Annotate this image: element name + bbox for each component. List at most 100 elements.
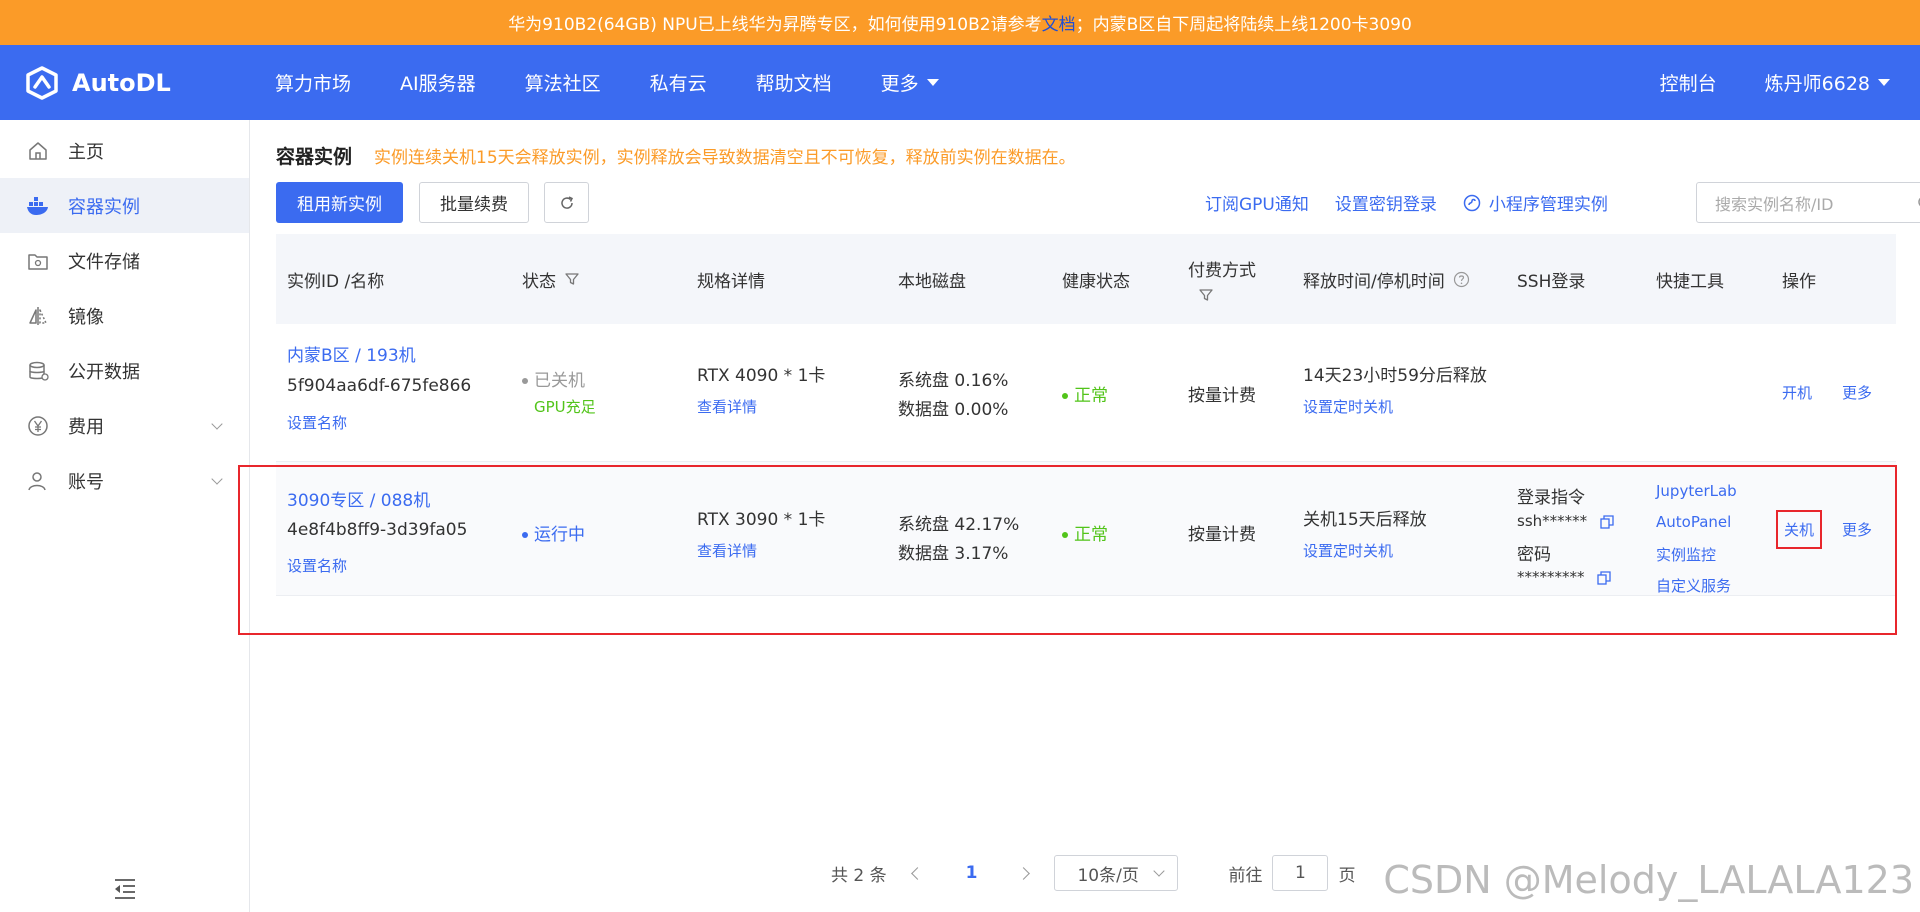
autodl-logo-icon: [26, 65, 58, 100]
table-row: 内蒙B区 / 193机 5f904aa6df-675fe866 设置名称 已关机…: [276, 324, 1896, 462]
subscribe-gpu-link[interactable]: 订阅GPU通知: [1205, 190, 1309, 215]
refresh-icon: [560, 195, 573, 209]
batch-renew-button[interactable]: 批量续费: [419, 182, 529, 223]
status-text: 已关机: [534, 371, 585, 391]
set-timed-shutdown-link[interactable]: 设置定时关机: [1303, 396, 1393, 417]
sidebar-item-container[interactable]: 容器实例: [0, 178, 249, 233]
rent-new-instance-button[interactable]: 租用新实例: [276, 182, 403, 223]
nav-ai-server[interactable]: AI服务器: [400, 69, 476, 96]
status-text: 运行中: [534, 525, 585, 545]
header-billing-label: 付费方式: [1188, 260, 1256, 281]
instance-region-link[interactable]: 内蒙B区 / 193机: [287, 341, 416, 366]
page-title: 容器实例: [276, 146, 353, 168]
chevron-left-icon[interactable]: [910, 866, 924, 880]
goto-page-input[interactable]: 1: [1272, 855, 1329, 891]
chevron-right-icon[interactable]: [1017, 866, 1031, 880]
shutdown-button[interactable]: 关机: [1776, 510, 1823, 549]
home-icon: [26, 139, 50, 163]
sidebar-item-label: 主页: [68, 141, 104, 163]
release-warning: 实例连续关机15天会释放实例，实例释放会导致数据清空且不可恢复，释放前实例在数据…: [374, 148, 1076, 168]
instance-table: 实例ID /名称 状态 规格详情 本地磁盘 健康状态 付费方式 释放时间/停机时…: [276, 234, 1896, 596]
more-button[interactable]: 更多: [1842, 519, 1872, 540]
sidebar-item-label: 容器实例: [68, 196, 140, 218]
toolbar: 租用新实例 批量续费 订阅GPU通知 设置密钥登录 小程序管理实例 搜索实例名称…: [276, 182, 1920, 224]
password-label: 密码: [1517, 545, 1551, 565]
search-input[interactable]: 搜索实例名称/ID: [1696, 182, 1920, 223]
user-menu[interactable]: 炼丹师6628: [1765, 69, 1890, 96]
set-timed-shutdown-link[interactable]: 设置定时关机: [1303, 540, 1393, 561]
nav-compute-market[interactable]: 算力市场: [275, 69, 351, 96]
nav-more[interactable]: 更多: [881, 69, 939, 96]
health-dot: [1062, 532, 1068, 538]
nav-help-docs[interactable]: 帮助文档: [756, 69, 832, 96]
view-details-link[interactable]: 查看详情: [697, 540, 757, 561]
caret-down-icon: [1878, 79, 1890, 86]
copy-icon[interactable]: [1597, 570, 1611, 585]
header-billing[interactable]: 付费方式: [1188, 234, 1256, 324]
page-number-current[interactable]: 1: [966, 863, 978, 883]
chevron-down-icon: [211, 418, 223, 430]
copy-icon[interactable]: [1600, 514, 1614, 529]
instance-region-link[interactable]: 3090专区 / 088机: [287, 486, 430, 511]
view-details-link[interactable]: 查看详情: [697, 396, 757, 417]
sidebar-item-public-data[interactable]: 公开数据: [0, 343, 249, 398]
user-icon: [26, 469, 50, 493]
pagination: 共 2 条 1 10条/页 前往 1 页: [831, 855, 1355, 891]
nav-more-label: 更多: [880, 73, 919, 95]
chevron-down-icon: [211, 473, 223, 485]
nav-private-cloud[interactable]: 私有云: [650, 69, 707, 96]
mirror-icon: [26, 304, 50, 328]
help-icon[interactable]: [1453, 271, 1470, 288]
banner-doc-link[interactable]: 文档: [1042, 10, 1076, 35]
health-status: 正常: [1062, 520, 1108, 545]
header-ops: 操作: [1782, 271, 1816, 292]
logo-text: AutoDL: [72, 68, 171, 97]
jupyterlab-link[interactable]: JupyterLab: [1656, 482, 1737, 500]
goto-label: 前往: [1228, 865, 1263, 886]
health-dot: [1062, 393, 1068, 399]
banner-text-after: ；内蒙B区自下周起将陆续上线1200卡3090: [1075, 15, 1412, 35]
set-key-login-link[interactable]: 设置密钥登录: [1335, 190, 1437, 215]
sidebar-item-label: 文件存储: [68, 251, 140, 273]
health-status: 正常: [1062, 381, 1108, 406]
sidebar-item-label: 公开数据: [68, 361, 140, 383]
autodl-logo[interactable]: AutoDL: [24, 45, 171, 120]
page-size-select[interactable]: 10条/页: [1054, 855, 1179, 891]
sidebar-item-billing[interactable]: 费用: [0, 398, 249, 453]
billing-type: 按量计费: [1188, 386, 1256, 406]
custom-service-link[interactable]: 自定义服务: [1656, 575, 1731, 596]
sidebar-item-file-storage[interactable]: 文件存储: [0, 233, 249, 288]
collapse-sidebar-icon[interactable]: [113, 878, 137, 900]
refresh-button[interactable]: [544, 182, 589, 223]
system-disk-usage: 系统盘 42.17%: [898, 515, 1020, 535]
main-nav: 算力市场 AI服务器 算法社区 私有云 帮助文档 更多: [275, 45, 988, 120]
set-name-link[interactable]: 设置名称: [287, 412, 347, 433]
instance-id: 4e8f4b8ff9-3d39fa05: [287, 520, 468, 540]
autopanel-link[interactable]: AutoPanel: [1656, 513, 1731, 531]
header-status[interactable]: 状态: [522, 234, 580, 324]
system-disk-usage: 系统盘 0.16%: [898, 371, 1009, 391]
header-id: 实例ID /名称: [287, 271, 385, 292]
page-header: 容器实例 实例连续关机15天会释放实例，实例释放会导致数据清空且不可恢复，释放前…: [276, 142, 1076, 169]
caret-down-icon: [926, 79, 939, 86]
set-name-link[interactable]: 设置名称: [287, 555, 347, 576]
password-value: *********: [1517, 568, 1585, 586]
header-ssh: SSH登录: [1517, 271, 1586, 292]
status-dot: [522, 378, 528, 384]
status-stopped: 已关机: [522, 366, 585, 391]
more-button[interactable]: 更多: [1842, 382, 1872, 403]
power-on-button[interactable]: 开机: [1782, 382, 1812, 403]
sidebar-item-account[interactable]: 账号: [0, 453, 249, 508]
nav-console[interactable]: 控制台: [1660, 69, 1717, 96]
ssh-command-label: 登录指令: [1517, 488, 1585, 508]
sidebar-item-image[interactable]: 镜像: [0, 288, 249, 343]
nav-algorithm-community[interactable]: 算法社区: [525, 69, 601, 96]
folder-icon: [26, 249, 50, 273]
mini-program-label: 小程序管理实例: [1488, 195, 1608, 215]
instance-monitor-link[interactable]: 实例监控: [1656, 544, 1716, 565]
mini-program-link[interactable]: 小程序管理实例: [1463, 190, 1634, 215]
sidebar-item-home[interactable]: 主页: [0, 123, 249, 178]
page-suffix: 页: [1338, 865, 1356, 886]
sidebar-item-label: 镜像: [68, 306, 104, 328]
watermark: CSDN @Melody_LALALA123: [1383, 858, 1914, 902]
